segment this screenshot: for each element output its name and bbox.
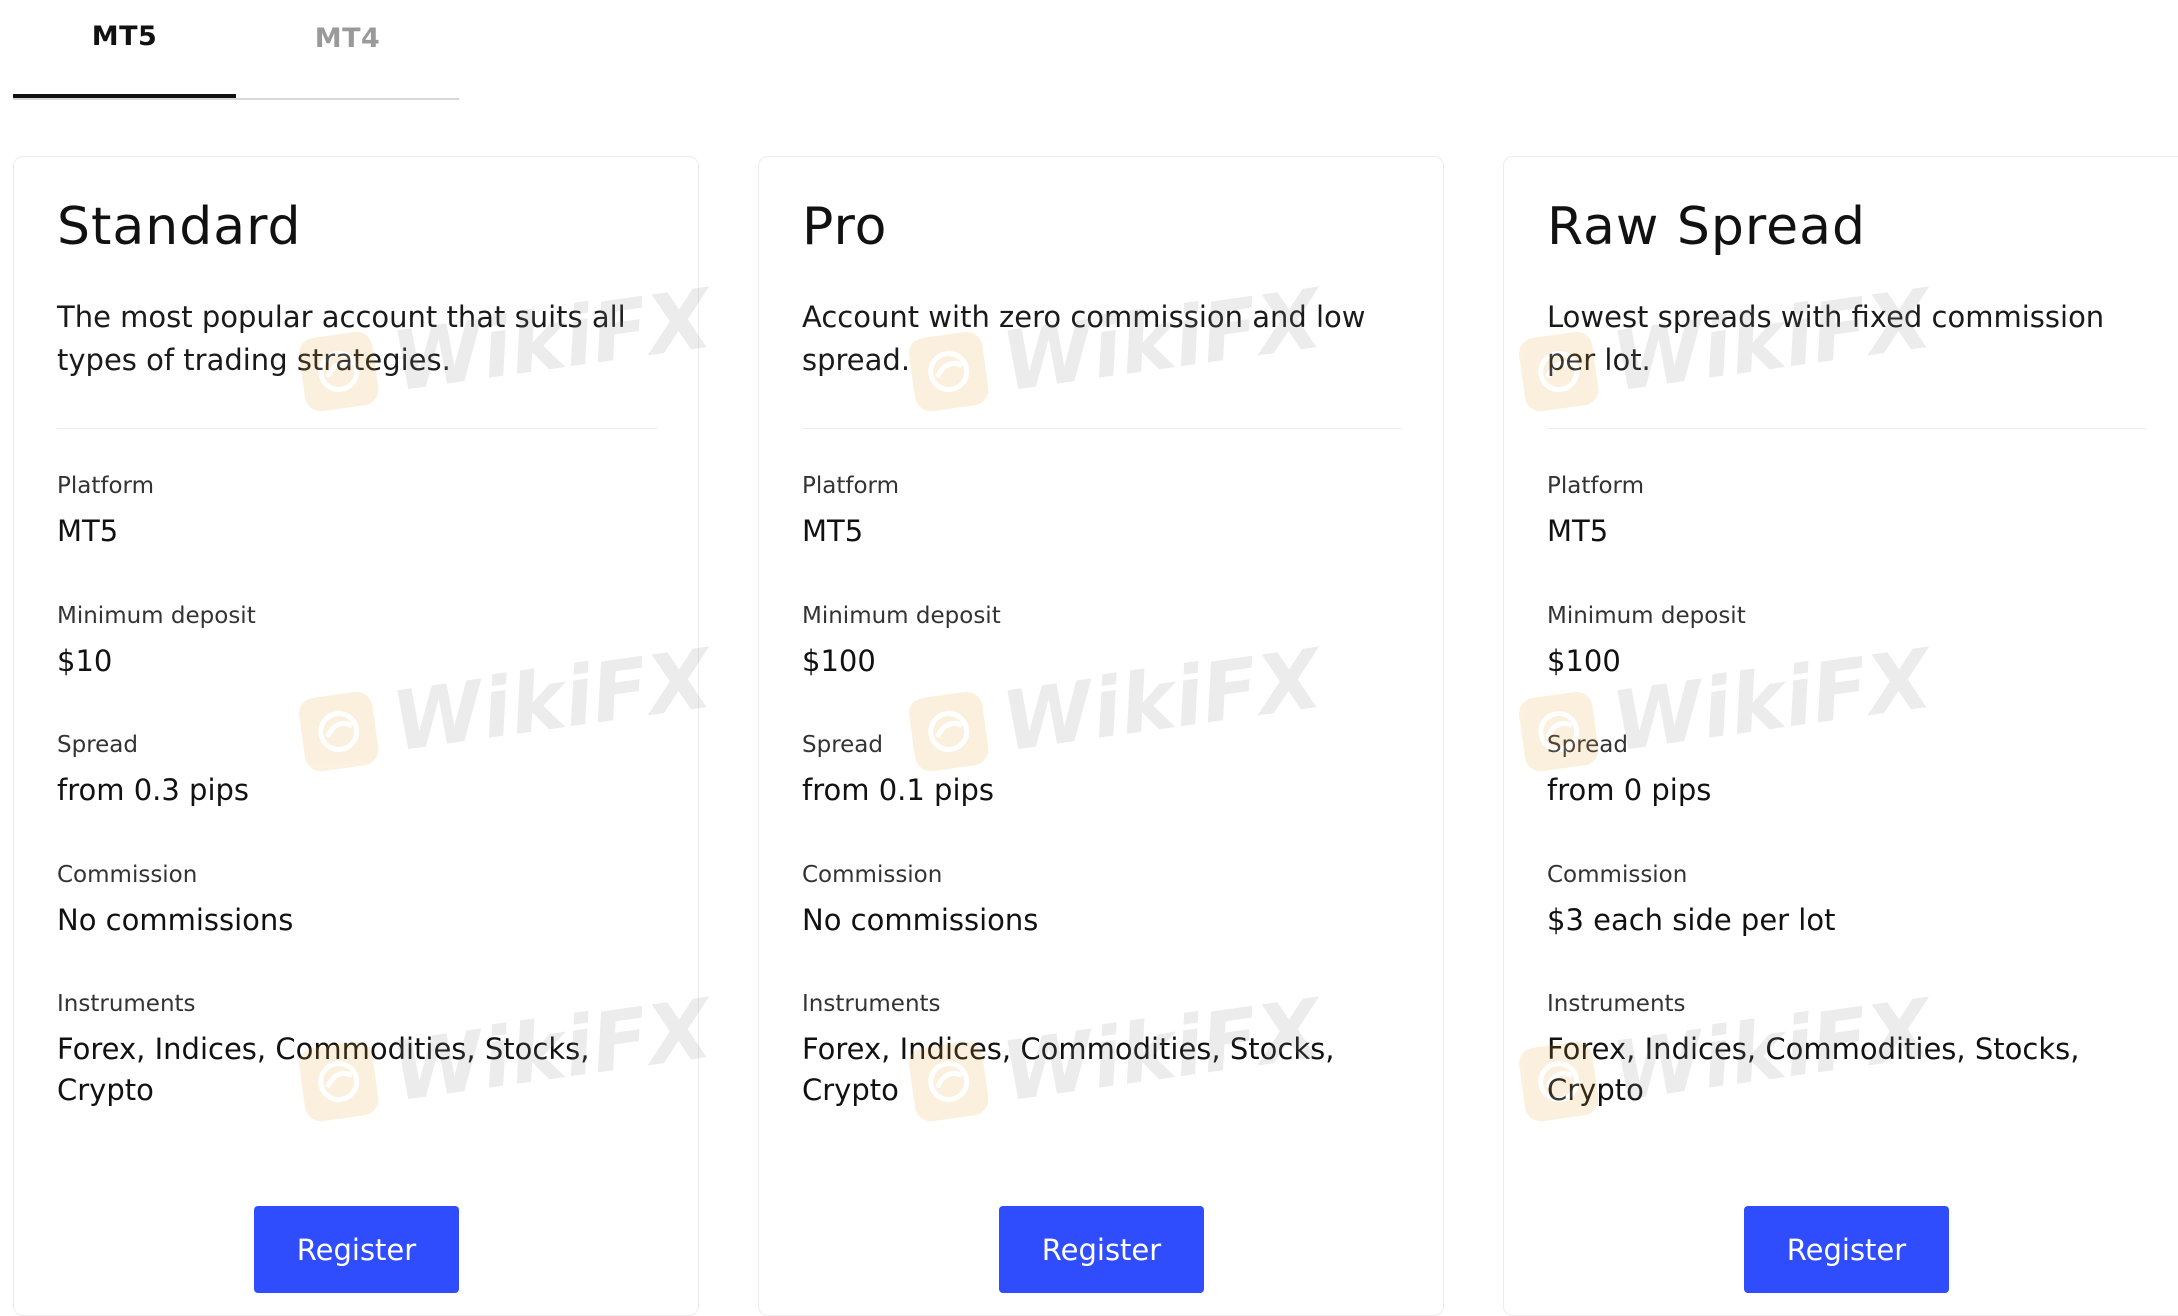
instruments-label: Instruments [57,991,196,1017]
instruments-label: Instruments [1547,991,1686,1017]
instruments-label: Instruments [802,991,941,1017]
card-description: Lowest spreads with fixed commission per… [1547,300,2105,377]
card-divider [1547,428,2147,429]
card-title: Pro [802,197,888,257]
register-button[interactable]: Register [999,1206,1204,1293]
spread-label: Spread [802,732,883,758]
commission-label: Commission [57,862,198,888]
min-deposit-value: $10 [57,644,113,678]
platform-value: MT5 [802,514,864,548]
spread-value: from 0 pips [1547,773,1712,807]
tab-mt5[interactable]: MT5 [13,0,236,98]
register-button[interactable]: Register [254,1206,459,1293]
tab-mt4[interactable]: MT4 [236,0,459,98]
spread-label: Spread [1547,732,1628,758]
commission-value: No commissions [802,903,1039,937]
card-divider [57,428,657,429]
instruments-value: Forex, Indices, Commodities, Stocks, Cry… [57,1032,590,1107]
account-card-raw-spread: Raw Spread Lowest spreads with fixed com… [1503,156,2178,1316]
spread-value: from 0.1 pips [802,773,995,807]
min-deposit-label: Minimum deposit [802,603,1001,629]
card-divider [802,428,1402,429]
min-deposit-value: $100 [802,644,876,678]
commission-value: No commissions [57,903,294,937]
account-card-standard: Standard The most popular account that s… [13,156,699,1316]
min-deposit-label: Minimum deposit [1547,603,1746,629]
platform-label: Platform [57,473,154,499]
min-deposit-value: $100 [1547,644,1621,678]
card-title: Raw Spread [1547,197,1867,257]
platform-value: MT5 [57,514,119,548]
card-description: The most popular account that suits all … [57,300,626,377]
spread-label: Spread [57,732,138,758]
platform-label: Platform [802,473,899,499]
commission-value: $3 each side per lot [1547,903,1836,937]
commission-label: Commission [802,862,943,888]
account-card-pro: Pro Account with zero commission and low… [758,156,1444,1316]
spread-value: from 0.3 pips [57,773,250,807]
instruments-value: Forex, Indices, Commodities, Stocks, Cry… [802,1032,1335,1107]
instruments-value: Forex, Indices, Commodities, Stocks, Cry… [1547,1032,2080,1107]
platform-label: Platform [1547,473,1644,499]
platform-tabs: MT5 MT4 [13,0,459,100]
min-deposit-label: Minimum deposit [57,603,256,629]
card-description: Account with zero commission and low spr… [802,300,1366,377]
register-button[interactable]: Register [1744,1206,1949,1293]
commission-label: Commission [1547,862,1688,888]
card-title: Standard [57,197,302,257]
platform-value: MT5 [1547,514,1609,548]
